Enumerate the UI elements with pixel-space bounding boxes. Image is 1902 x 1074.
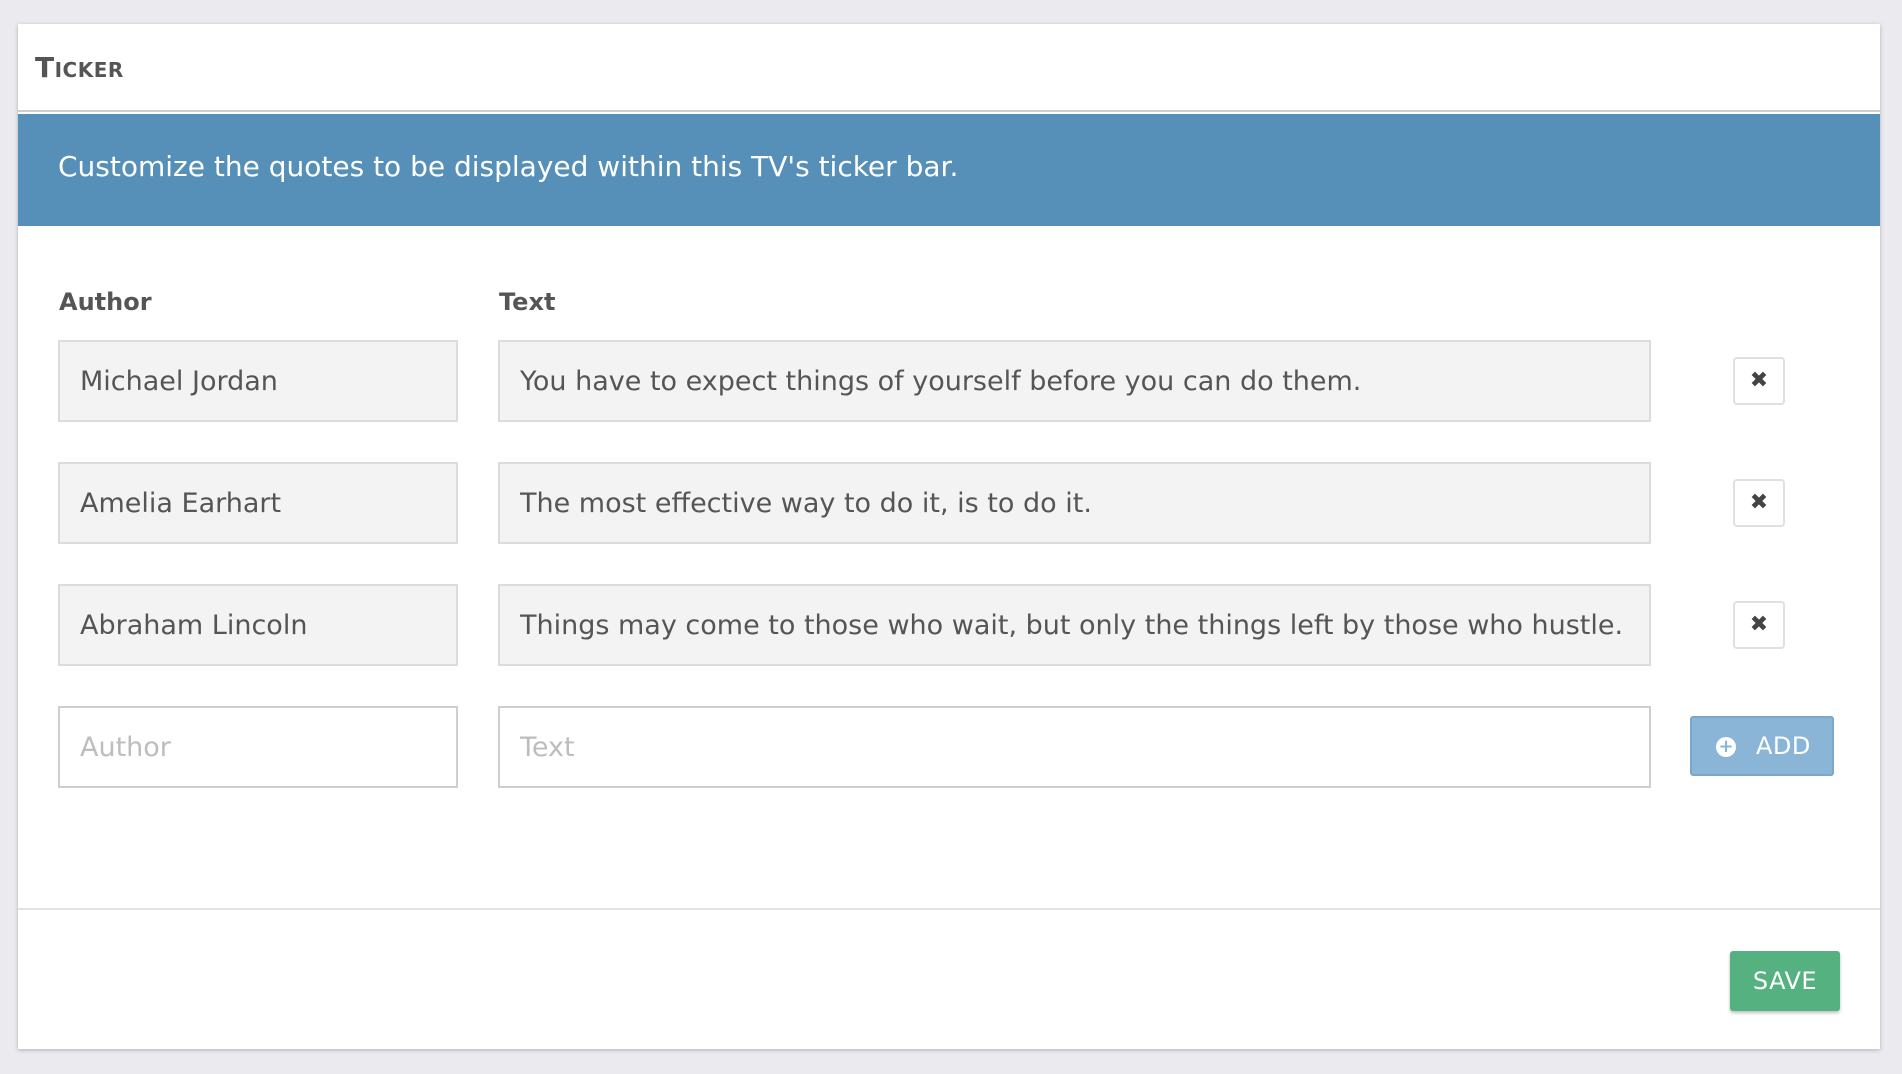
author-column-label: Author — [59, 288, 152, 316]
footer-divider — [18, 908, 1880, 910]
quote-author-input[interactable] — [58, 462, 458, 544]
remove-quote-button[interactable]: ✖ — [1733, 357, 1785, 405]
quote-text-input[interactable] — [498, 462, 1651, 544]
plus-circle-icon: + — [1716, 737, 1736, 757]
panel-title: Ticker — [35, 51, 124, 84]
info-bar: Customize the quotes to be displayed wit… — [18, 114, 1880, 226]
remove-quote-button[interactable]: ✖ — [1733, 601, 1785, 649]
close-icon: ✖ — [1749, 368, 1769, 393]
panel-header: Ticker — [18, 24, 1880, 112]
info-text: Customize the quotes to be displayed wit… — [58, 150, 959, 183]
quote-text-input[interactable] — [498, 584, 1651, 666]
add-button-label: ADD — [1756, 732, 1811, 760]
quote-text-input[interactable] — [498, 340, 1651, 422]
close-icon: ✖ — [1749, 612, 1769, 637]
quote-author-input[interactable] — [58, 584, 458, 666]
save-button[interactable]: SAVE — [1730, 951, 1840, 1011]
text-column-label: Text — [499, 288, 556, 316]
new-author-input[interactable] — [58, 706, 458, 788]
ticker-panel: Ticker Customize the quotes to be displa… — [18, 24, 1880, 1049]
remove-quote-button[interactable]: ✖ — [1733, 479, 1785, 527]
add-quote-button[interactable]: + ADD — [1690, 716, 1834, 776]
quote-author-input[interactable] — [58, 340, 458, 422]
close-icon: ✖ — [1749, 490, 1769, 515]
new-text-input[interactable] — [498, 706, 1651, 788]
